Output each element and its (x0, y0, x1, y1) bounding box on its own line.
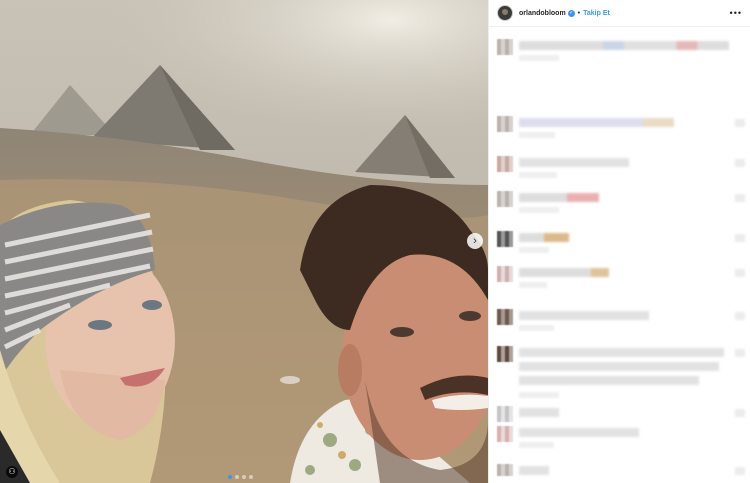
tag-icon[interactable]: ⚇ (6, 466, 18, 478)
comment-text (519, 348, 724, 357)
comment-avatar (497, 116, 513, 132)
comment-like-icon[interactable] (735, 159, 745, 167)
comment-meta (519, 282, 547, 288)
comment-meta (519, 207, 559, 213)
carousel-dot (249, 475, 253, 479)
comment-like-icon[interactable] (735, 194, 745, 202)
username-link[interactable]: orlandobloom (519, 10, 566, 17)
avatar[interactable] (497, 5, 513, 21)
comment-avatar (497, 191, 513, 207)
post-photo[interactable]: › ⚇ (0, 0, 488, 483)
follow-button[interactable]: Takip Et (583, 10, 610, 17)
comment-avatar (497, 346, 513, 362)
comment-text-line (519, 362, 719, 371)
comment-like-icon[interactable] (735, 467, 745, 475)
next-arrow-icon[interactable]: › (467, 233, 483, 249)
carousel-dot (242, 475, 246, 479)
comment-text (519, 428, 639, 437)
more-options-icon[interactable]: ••• (730, 8, 742, 18)
comment-avatar (497, 309, 513, 325)
comment-meta (519, 132, 555, 138)
instagram-post: › ⚇ orlandobloom ✓ • Takip Et ••• (0, 0, 750, 483)
comment-meta (519, 442, 554, 448)
comment-meta (519, 247, 549, 253)
comment-text (519, 408, 559, 417)
carousel-dot (235, 475, 239, 479)
comment-text (519, 233, 569, 242)
selfie-pyramids-image (0, 0, 488, 483)
post-side-panel: orlandobloom ✓ • Takip Et ••• (488, 0, 750, 483)
comment-avatar (497, 266, 513, 282)
comment-like-icon[interactable] (735, 269, 745, 277)
comment-avatar (497, 156, 513, 172)
comment-text (519, 268, 609, 277)
comment-avatar (497, 426, 513, 442)
separator-dot: • (577, 9, 581, 17)
comment-meta (519, 325, 554, 331)
comment-text-line (519, 376, 699, 385)
comment-like-icon[interactable] (735, 234, 745, 242)
comment-avatar (497, 39, 513, 55)
comment-like-icon[interactable] (735, 119, 745, 127)
verified-badge-icon: ✓ (567, 9, 575, 17)
comment-avatar (497, 406, 513, 422)
comment-text (519, 158, 629, 167)
comment-text (519, 311, 649, 320)
comment-like-icon[interactable] (735, 349, 745, 357)
comments-list-blurred (489, 26, 750, 483)
comment-like-icon[interactable] (735, 312, 745, 320)
post-header: orlandobloom ✓ • Takip Et ••• (489, 0, 750, 27)
carousel-dots (228, 475, 253, 479)
comment-text (519, 118, 674, 127)
comment-avatar (497, 231, 513, 247)
comment-avatar (497, 464, 513, 476)
comment-text (519, 193, 599, 202)
comment-meta (519, 392, 559, 398)
comment-meta (519, 55, 559, 61)
comment-text (519, 41, 729, 50)
comment-like-icon[interactable] (735, 409, 745, 417)
comment-text (519, 466, 549, 475)
comment-meta (519, 172, 557, 178)
carousel-dot-active (228, 475, 232, 479)
